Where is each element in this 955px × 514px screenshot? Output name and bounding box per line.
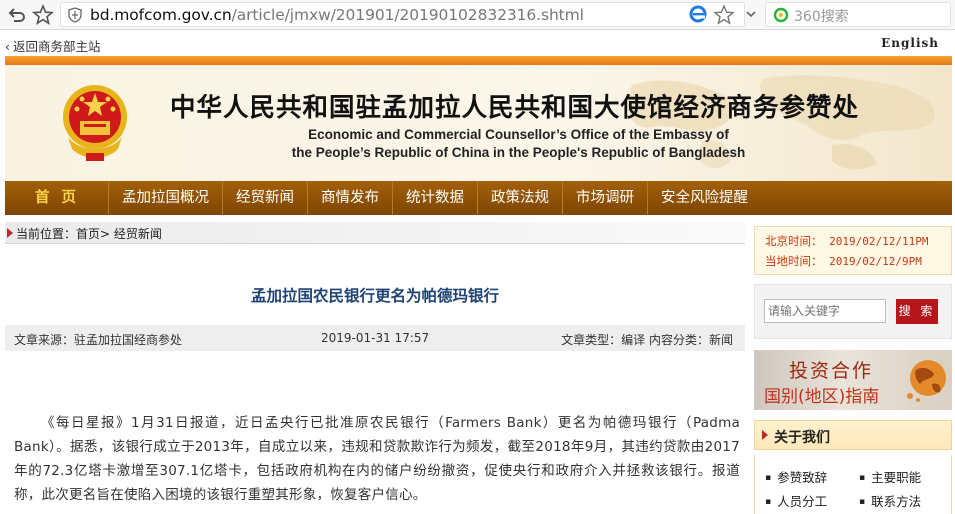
investment-guide-line1: 投资合作: [789, 360, 874, 382]
nav-item-market-research[interactable]: 市场调研: [563, 181, 648, 215]
about-us-header: 关于我们: [754, 420, 952, 450]
site-banner: 中华人民共和国驻孟加拉人民共和国大使馆经济商务参赞处 Economic and …: [5, 65, 952, 181]
chevron-down-icon[interactable]: [744, 7, 758, 21]
360-search-icon: [773, 7, 789, 23]
article-date: 2019-01-31 17:57: [321, 331, 430, 345]
about-item-main-functions[interactable]: 主要职能: [859, 467, 921, 486]
nav-item-business-info[interactable]: 商情发布: [308, 181, 393, 215]
bookmark-star-icon[interactable]: [713, 4, 735, 26]
about-us-list: 参赞致辞 主要职能 人员分工 联系方法: [754, 455, 952, 514]
chevron-left-icon: ‹: [5, 39, 10, 54]
article-title: 孟加拉国农民银行更名为帕德玛银行: [250, 287, 499, 305]
about-us-arrow-icon: [762, 430, 768, 440]
browser-search-placeholder: 360搜索: [794, 9, 849, 25]
about-us-title: 关于我们: [774, 430, 830, 446]
article-source: 文章来源：驻孟加拉国经商参处: [14, 333, 183, 347]
search-button[interactable]: 搜 索: [896, 299, 938, 324]
nav-item-security-alerts[interactable]: 安全风险提醒: [648, 181, 761, 215]
banner-top-stripe: [5, 56, 952, 65]
site-title-cn: 中华人民共和国驻孟加拉人民共和国大使馆经济商务参赞处: [170, 93, 860, 123]
beijing-time-row: 北京时间： 2019/02/12/11PM: [765, 233, 928, 249]
about-item-counsellor-speech[interactable]: 参赞致辞: [765, 467, 827, 486]
time-panel: 北京时间： 2019/02/12/11PM 当地时间： 2019/02/12/9…: [754, 226, 952, 275]
refresh-icon[interactable]: [6, 4, 28, 26]
nav-item-policies[interactable]: 政策法规: [478, 181, 563, 215]
nav-item-home[interactable]: 首页: [15, 181, 109, 215]
site-title-en-line2: the People’s Republic of China in the Pe…: [291, 145, 746, 160]
star-outline-icon[interactable]: [32, 4, 54, 26]
globe-icon: [907, 360, 946, 402]
local-time-row: 当地时间： 2019/02/12/9PM: [765, 253, 922, 269]
investment-guide-banner[interactable]: 投资合作 国别(地区)指南: [754, 350, 952, 410]
site-title-en-line1: Economic and Commercial Counsellor’s Off…: [308, 127, 729, 142]
nav-item-statistics[interactable]: 统计数据: [393, 181, 478, 215]
top-link-strip: ‹ 返回商务部主站 English: [0, 31, 955, 55]
keyword-search-input[interactable]: [764, 299, 886, 323]
article-meta-bar: 文章来源：驻孟加拉国经商参处 2019-01-31 17:57 文章类型：编译 …: [5, 325, 745, 351]
site-search-panel: 搜 索: [754, 284, 952, 339]
back-to-mofcom-link[interactable]: ‹ 返回商务部主站: [5, 36, 101, 55]
nav-item-country-overview[interactable]: 孟加拉国概况: [109, 181, 223, 215]
breadcrumb-arrow-icon: [7, 228, 13, 238]
about-item-contact[interactable]: 联系方法: [859, 491, 921, 510]
article-body: 《每日星报》1月31日报道，近日孟央行已批准原农民银行（Farmers Bank…: [14, 415, 740, 503]
beijing-time-value: 2019/02/12/11PM: [829, 235, 929, 248]
browser-toolbar: bd.mofcom.gov.cn/article/jmxw/201901/201…: [0, 0, 955, 30]
ie-icon[interactable]: [689, 5, 707, 23]
beijing-time-label: 北京时间：: [765, 234, 823, 248]
nav-item-trade-news[interactable]: 经贸新闻: [223, 181, 308, 215]
investment-guide-line2: 国别(地区)指南: [764, 387, 880, 407]
main-navigation: 首页 孟加拉国概况 经贸新闻 商情发布 统计数据 政策法规 市场调研 安全风险提…: [5, 181, 952, 215]
breadcrumb: 当前位置：首页> 经贸新闻: [5, 222, 745, 244]
shield-icon: [68, 7, 82, 23]
url-text: bd.mofcom.gov.cn/article/jmxw/201901/201…: [90, 6, 584, 24]
about-item-staff-duties[interactable]: 人员分工: [765, 491, 827, 510]
browser-search-box[interactable]: 360搜索: [765, 2, 951, 27]
local-time-label: 当地时间：: [765, 254, 823, 268]
local-time-value: 2019/02/12/9PM: [829, 255, 922, 268]
breadcrumb-text[interactable]: 当前位置：首页> 经贸新闻: [16, 225, 162, 242]
english-link[interactable]: English: [881, 36, 939, 50]
article-type: 文章类型：编译 内容分类：新闻: [561, 333, 733, 347]
address-bar[interactable]: bd.mofcom.gov.cn/article/jmxw/201901/201…: [60, 2, 745, 27]
